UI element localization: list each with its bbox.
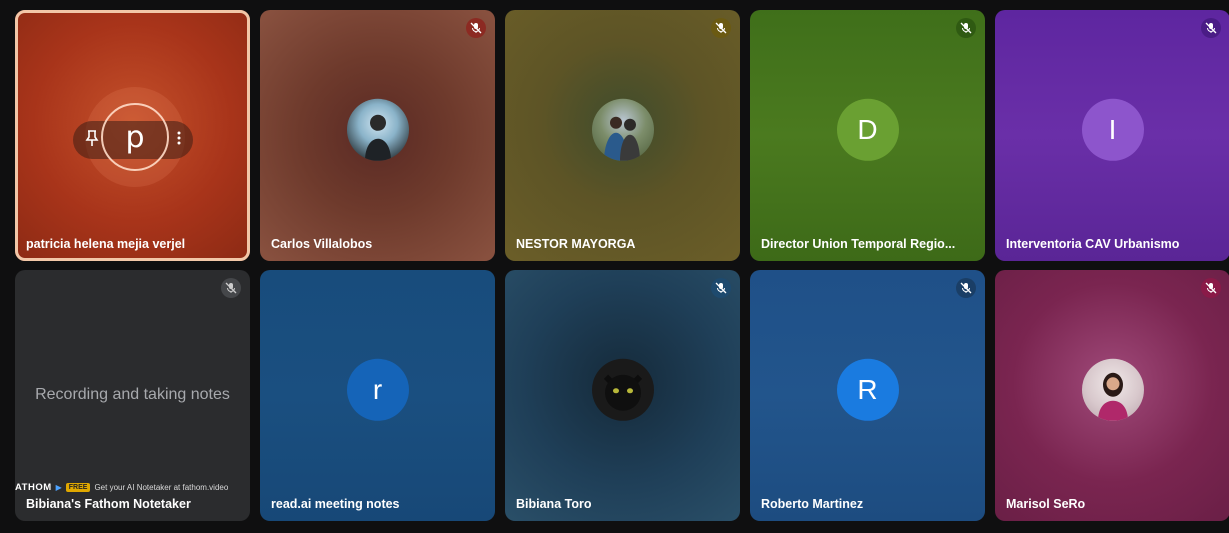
free-badge: FREE <box>65 483 91 492</box>
participant-name: Roberto Martinez <box>761 497 864 511</box>
status-text: Recording and taking notes <box>35 386 230 403</box>
mic-muted-icon <box>466 18 486 38</box>
participant-tile[interactable]: D Director Union Temporal Regio... <box>750 10 985 261</box>
mic-muted-icon <box>221 278 241 298</box>
avatar-initial: I <box>1108 113 1117 145</box>
fathom-banner: ATHOM ▶ FREE Get your AI Notetaker at fa… <box>15 482 228 493</box>
avatar-initial: p <box>125 119 145 155</box>
participant-tile[interactable]: Carlos Villalobos <box>260 10 495 261</box>
participant-name: Carlos Villalobos <box>271 237 373 251</box>
avatar: I <box>1081 98 1144 161</box>
participant-tile[interactable]: r read.ai meeting notes <box>260 270 495 521</box>
avatar: D <box>836 98 899 161</box>
participant-name: Bibiana's Fathom Notetaker <box>26 497 191 511</box>
participant-name: patricia helena mejia verjel <box>26 237 186 251</box>
avatar: r <box>346 358 409 421</box>
participant-tile[interactable]: R Roberto Martinez <box>750 270 985 521</box>
avatar-initial: R <box>857 373 878 405</box>
mic-muted-icon <box>956 278 976 298</box>
mic-muted-icon <box>956 18 976 38</box>
avatar-photo <box>346 98 409 161</box>
participant-name: Director Union Temporal Regio... <box>761 237 956 251</box>
participant-tile[interactable]: p patricia helena mejia verjel <box>15 10 250 261</box>
play-icon: ▶ <box>55 483 62 492</box>
pin-icon[interactable] <box>85 129 99 151</box>
avatar-photo <box>591 98 654 161</box>
participant-name: read.ai meeting notes <box>271 497 400 511</box>
mic-muted-icon <box>711 278 731 298</box>
avatar-photo <box>591 358 654 421</box>
avatar-initial: D <box>857 113 878 145</box>
participant-name: NESTOR MAYORGA <box>516 237 636 251</box>
participant-tile[interactable]: I Interventoria CAV Urbanismo <box>995 10 1229 261</box>
participant-grid: p patricia helena mejia verjel Carlos Vi… <box>15 10 1229 521</box>
avatar: R <box>836 358 899 421</box>
mic-muted-icon <box>1201 18 1221 38</box>
avatar-photo <box>1081 358 1144 421</box>
participant-name: Bibiana Toro <box>516 497 592 511</box>
participant-tile[interactable]: Recording and taking notes ATHOM ▶ FREE … <box>15 270 250 521</box>
participant-name: Interventoria CAV Urbanismo <box>1006 237 1180 251</box>
more-options-icon[interactable] <box>177 131 181 150</box>
participant-tile[interactable]: NESTOR MAYORGA <box>505 10 740 261</box>
fathom-text: Get your AI Notetaker at fathom.video <box>94 483 229 492</box>
avatar: p <box>101 103 169 171</box>
participant-tile[interactable]: Marisol SeRo <box>995 270 1229 521</box>
fathom-brand: ATHOM <box>15 482 52 493</box>
mic-muted-icon <box>711 18 731 38</box>
participant-name: Marisol SeRo <box>1006 497 1086 511</box>
mic-muted-icon <box>1201 278 1221 298</box>
avatar-initial: r <box>372 373 383 405</box>
participant-tile[interactable]: Bibiana Toro <box>505 270 740 521</box>
